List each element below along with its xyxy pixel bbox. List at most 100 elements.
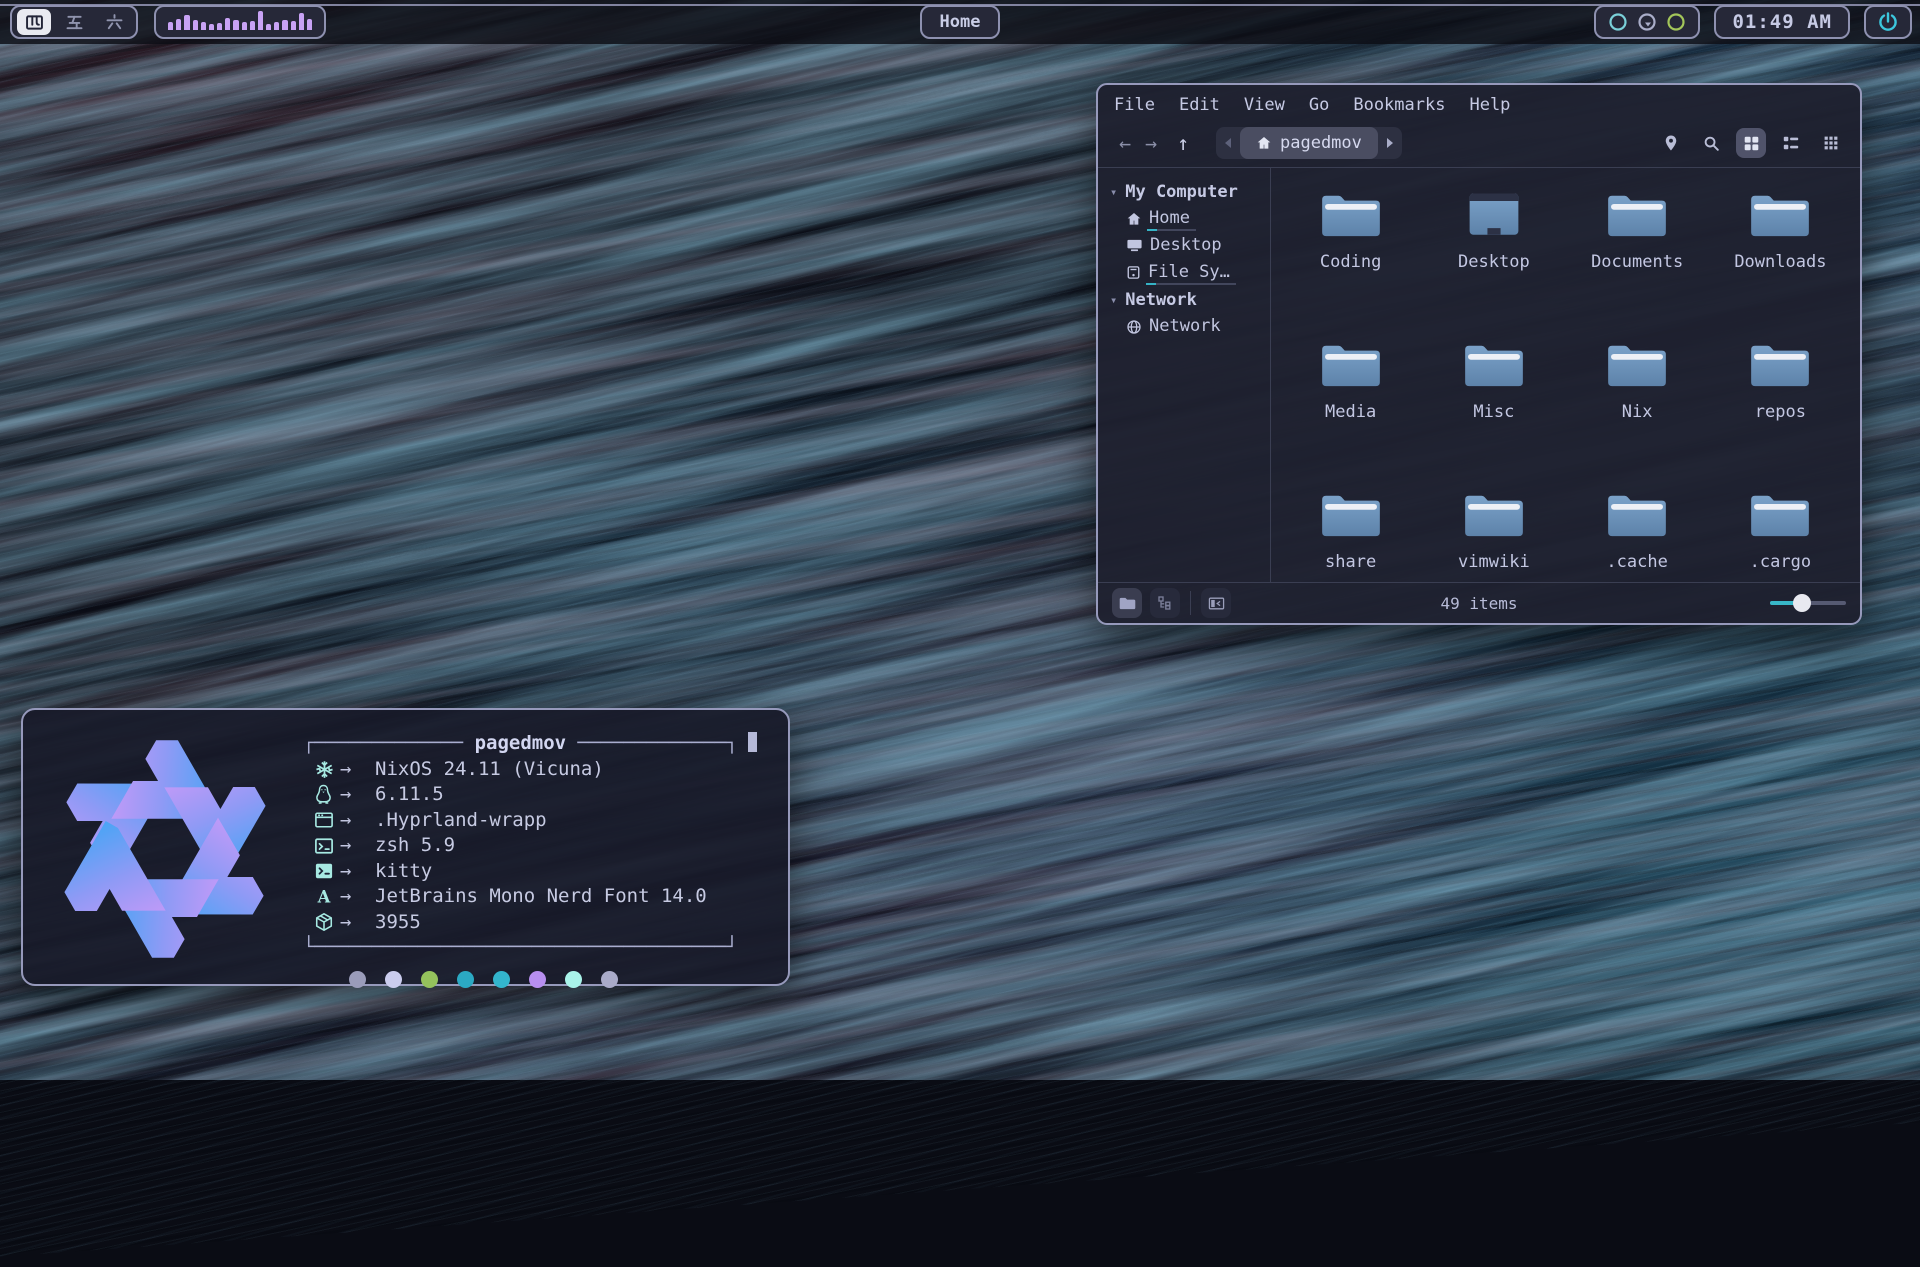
forward-button[interactable]: → xyxy=(1138,131,1164,155)
item-count: 49 items xyxy=(1098,594,1860,613)
fetch-row: A→JetBrains Mono Nerd Font 14.0 xyxy=(303,884,757,910)
visualizer-bar xyxy=(176,19,181,30)
sidebar-item-filesy[interactable]: File Sy… xyxy=(1126,259,1270,286)
visualizer-bar xyxy=(250,21,255,30)
power-icon xyxy=(1876,10,1900,34)
workspace-switcher xyxy=(10,5,138,39)
file-item-desktop[interactable]: Desktop xyxy=(1424,184,1564,334)
list-view-button[interactable] xyxy=(1776,128,1806,158)
file-item-downloads[interactable]: Downloads xyxy=(1710,184,1850,334)
fetch-value: zsh 5.9 xyxy=(375,833,455,859)
visualizer-bar xyxy=(266,24,271,30)
visualizer-bar xyxy=(225,18,230,30)
palette-dot xyxy=(601,971,618,988)
file-name: Desktop xyxy=(1458,252,1530,272)
nixos-logo xyxy=(39,724,291,974)
workspace-button-3[interactable] xyxy=(97,9,131,35)
file-item-misc[interactable]: Misc xyxy=(1424,334,1564,484)
sidebar-item-desktop[interactable]: Desktop xyxy=(1126,232,1270,259)
file-item-coding[interactable]: Coding xyxy=(1281,184,1421,334)
sidebar-section-my-computer[interactable]: ▾My Computer xyxy=(1110,178,1270,205)
visualizer-bar xyxy=(258,11,263,30)
sidebar-section-network[interactable]: ▾Network xyxy=(1110,286,1270,313)
terminal-filled-icon xyxy=(303,862,340,880)
menu-file[interactable]: File xyxy=(1114,95,1155,115)
arrow-icon: → xyxy=(340,833,375,859)
arrow-icon: → xyxy=(340,757,375,783)
file-name: vimwiki xyxy=(1458,552,1530,572)
palette-dot xyxy=(349,971,366,988)
terminal-palette xyxy=(349,971,757,988)
terminal-window[interactable]: ┌───────────── pagedmov ─────────────┐ →… xyxy=(21,708,790,986)
workspace-button-1[interactable] xyxy=(17,9,51,35)
collapse-triangle-icon[interactable]: ▾ xyxy=(1110,185,1117,199)
visualizer-bar xyxy=(201,22,206,30)
tab-strip: pagedmov xyxy=(1216,127,1402,159)
power-button[interactable] xyxy=(1864,5,1912,39)
menu-edit[interactable]: Edit xyxy=(1179,95,1220,115)
font-icon: A xyxy=(303,887,340,907)
file-item-media[interactable]: Media xyxy=(1281,334,1421,484)
sidebar-item-home[interactable]: Home xyxy=(1126,205,1270,232)
folder-icon xyxy=(1320,334,1382,390)
file-grid: Coding Desktop Documents Downloads Media Misc… xyxy=(1271,168,1860,582)
file-item-documents[interactable]: Documents xyxy=(1567,184,1707,334)
menu-bar: File Edit View Go Bookmarks Help xyxy=(1098,85,1860,119)
arrow-icon: → xyxy=(340,859,375,885)
icon-view-button[interactable] xyxy=(1736,128,1766,158)
fetch-value: NixOS 24.11 (Vicuna) xyxy=(375,757,604,783)
compact-view-button[interactable] xyxy=(1816,128,1846,158)
file-name: Misc xyxy=(1473,402,1514,422)
collapse-triangle-icon[interactable]: ▾ xyxy=(1110,293,1117,307)
workspace-button-2[interactable] xyxy=(57,9,91,35)
fetch-value: .Hyprland-wrapp xyxy=(375,808,547,834)
toolbar: ← → ↑ pagedmov xyxy=(1098,119,1860,167)
zoom-slider[interactable] xyxy=(1770,601,1846,605)
file-name: Nix xyxy=(1622,402,1653,422)
menu-view[interactable]: View xyxy=(1244,95,1285,115)
fetch-row: →.Hyprland-wrapp xyxy=(303,808,757,834)
svg-text:A: A xyxy=(317,887,331,906)
teal-circle-icon xyxy=(1608,12,1628,32)
arrow-icon: → xyxy=(340,808,375,834)
folder-icon xyxy=(1606,184,1668,240)
places-sidebar: ▾My ComputerHomeDesktopFile Sy…▾NetworkN… xyxy=(1098,168,1270,582)
visualizer-bar xyxy=(291,21,296,30)
tab-scroll-left-icon[interactable] xyxy=(1216,138,1240,148)
arrow-icon: → xyxy=(340,884,375,910)
audio-visualizer xyxy=(154,5,326,39)
back-button[interactable]: ← xyxy=(1112,131,1138,155)
sidebar-item-network[interactable]: Network xyxy=(1126,313,1270,340)
arrow-icon: → xyxy=(340,782,375,808)
location-pin-icon[interactable] xyxy=(1656,128,1686,158)
file-name: Documents xyxy=(1591,252,1683,272)
wedge-circle-icon xyxy=(1637,12,1657,32)
fetch-value: 6.11.5 xyxy=(375,782,444,808)
folder-icon xyxy=(1320,484,1382,540)
clock[interactable]: 01:49 AM xyxy=(1714,5,1850,39)
visualizer-bar xyxy=(209,24,214,30)
visualizer-bar xyxy=(242,22,247,30)
zoom-slider-handle[interactable] xyxy=(1793,594,1811,612)
tab-scroll-right-icon[interactable] xyxy=(1378,138,1402,148)
file-item-nix[interactable]: Nix xyxy=(1567,334,1707,484)
folder-icon xyxy=(1463,484,1525,540)
search-icon[interactable] xyxy=(1696,128,1726,158)
monitor-icon xyxy=(1126,238,1143,253)
nix-snowflake-icon xyxy=(303,759,340,780)
folder-icon xyxy=(1749,334,1811,390)
palette-dot xyxy=(529,971,546,988)
tab-home[interactable]: pagedmov xyxy=(1240,127,1378,159)
palette-dot xyxy=(457,971,474,988)
menu-help[interactable]: Help xyxy=(1469,95,1510,115)
fetch-row: →6.11.5 xyxy=(303,782,757,808)
fetch-row: →zsh 5.9 xyxy=(303,833,757,859)
fetch-row: →NixOS 24.11 (Vicuna) xyxy=(303,757,757,783)
up-button[interactable]: ↑ xyxy=(1170,131,1196,155)
menu-bookmarks[interactable]: Bookmarks xyxy=(1353,95,1445,115)
status-indicators[interactable] xyxy=(1594,5,1700,39)
visualizer-bar xyxy=(233,20,238,30)
visualizer-bar xyxy=(193,20,198,30)
file-item-repos[interactable]: repos xyxy=(1710,334,1850,484)
menu-go[interactable]: Go xyxy=(1309,95,1329,115)
